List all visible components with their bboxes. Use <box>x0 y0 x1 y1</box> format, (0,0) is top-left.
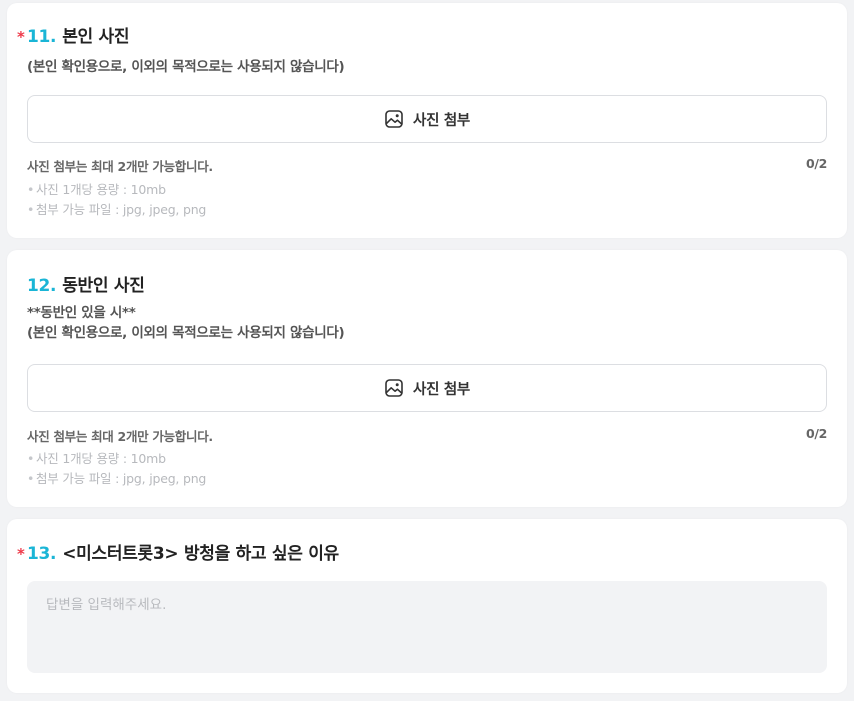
question-description: (본인 확인용으로, 이외의 목적으로는 사용되지 않습니다) <box>27 57 345 77</box>
attach-limit-row: 사진 첨부는 최대 2개만 가능합니다. 0/2 <box>27 156 827 175</box>
question-card-12: 12. 동반인 사진 **동반인 있을 시** (본인 확인용으로, 이외의 목… <box>7 250 847 507</box>
attach-photo-label: 사진 첨부 <box>413 112 470 129</box>
attach-limit-text: 사진 첨부는 최대 2개만 가능합니다. <box>27 429 213 444</box>
description-line: (본인 확인용으로, 이외의 목적으로는 사용되지 않습니다) <box>27 59 345 75</box>
question-title: 12. 동반인 사진 <box>27 271 145 296</box>
question-description: **동반인 있을 시** (본인 확인용으로, 이외의 목적으로는 사용되지 않… <box>27 303 345 343</box>
question-number: 11. <box>27 27 57 47</box>
description-line: **동반인 있을 시** <box>27 305 136 321</box>
answer-textarea[interactable] <box>27 581 827 673</box>
required-mark: * <box>17 545 25 563</box>
attach-limit-text: 사진 첨부는 최대 2개만 가능합니다. <box>27 159 213 174</box>
attach-limit-row: 사진 첨부는 최대 2개만 가능합니다. 0/2 <box>27 426 827 445</box>
attach-rule: 사진 1개당 용량 : 10mb <box>27 180 206 200</box>
question-title-text: 동반인 사진 <box>62 276 145 296</box>
description-line: (본인 확인용으로, 이외의 목적으로는 사용되지 않습니다) <box>27 325 345 341</box>
attach-count: 0/2 <box>805 156 827 171</box>
image-icon <box>385 379 403 397</box>
attach-rule: 첨부 가능 파일 : jpg, jpeg, png <box>27 469 206 489</box>
required-mark: * <box>17 28 25 46</box>
question-title: * 11. 본인 사진 <box>17 22 130 47</box>
question-number: 12. <box>27 276 57 296</box>
attach-rules-list: 사진 1개당 용량 : 10mb 첨부 가능 파일 : jpg, jpeg, p… <box>27 180 206 220</box>
question-card-11: * 11. 본인 사진 (본인 확인용으로, 이외의 목적으로는 사용되지 않습… <box>7 3 847 238</box>
attach-rules-list: 사진 1개당 용량 : 10mb 첨부 가능 파일 : jpg, jpeg, p… <box>27 449 206 489</box>
question-number: 13. <box>27 544 57 564</box>
attach-photo-label: 사진 첨부 <box>413 381 470 398</box>
image-icon <box>385 110 403 128</box>
question-title-text: <미스터트롯3> 방청을 하고 싶은 이유 <box>62 544 339 564</box>
attach-count: 0/2 <box>805 426 827 441</box>
attach-photo-button[interactable]: 사진 첨부 <box>27 364 827 412</box>
question-card-13: * 13. <미스터트롯3> 방청을 하고 싶은 이유 <box>7 519 847 693</box>
attach-rule: 사진 1개당 용량 : 10mb <box>27 449 206 469</box>
attach-rule: 첨부 가능 파일 : jpg, jpeg, png <box>27 200 206 220</box>
question-title-text: 본인 사진 <box>62 27 130 47</box>
question-title: * 13. <미스터트롯3> 방청을 하고 싶은 이유 <box>17 539 339 564</box>
attach-photo-button[interactable]: 사진 첨부 <box>27 95 827 143</box>
